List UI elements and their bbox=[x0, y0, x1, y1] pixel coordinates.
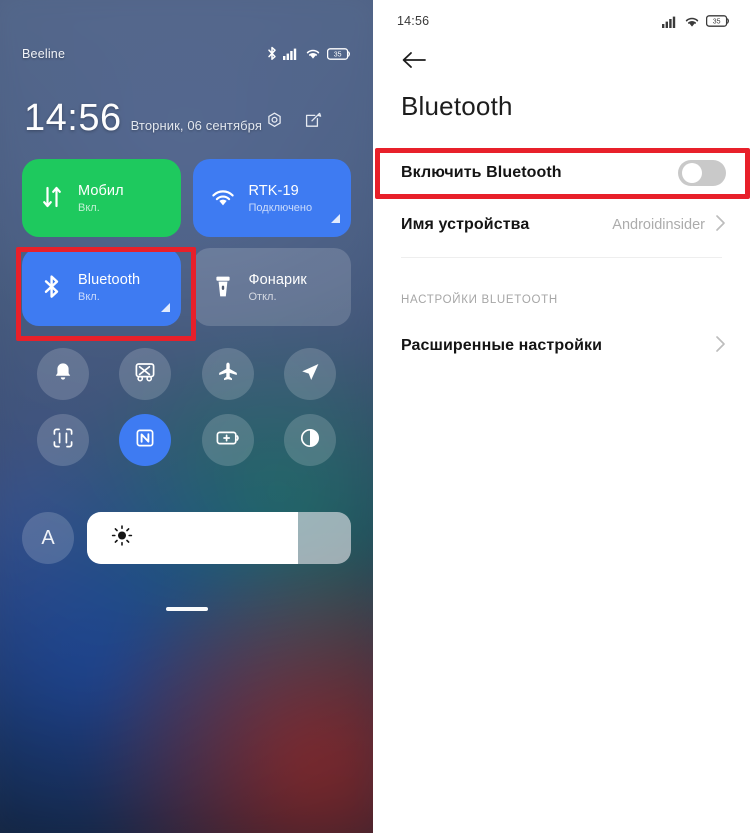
right-status-bar: 14:56 35 bbox=[373, 0, 750, 28]
airplane-mode-icon bbox=[217, 361, 239, 388]
tile-subtitle: Подключено bbox=[248, 201, 313, 214]
left-status-bar: Beeline 35 bbox=[0, 46, 373, 61]
tile-flashlight-text: Фонарик Откл. bbox=[249, 272, 307, 303]
back-button[interactable] bbox=[373, 28, 750, 75]
row-label: Включить Bluetooth bbox=[401, 164, 562, 181]
settings-list: Включить Bluetooth Имя устройства Androi… bbox=[373, 147, 750, 372]
quick-settings-panel: Beeline 35 14:56 Вторник, 06 сентября Мо… bbox=[0, 0, 373, 833]
section-header-bluetooth-settings: НАСТРОЙКИ BLUETOOTH bbox=[401, 294, 558, 306]
toggle-ringer[interactable] bbox=[37, 348, 90, 400]
tile-flashlight[interactable]: Фонарик Откл. bbox=[192, 248, 351, 326]
switch-knob bbox=[682, 163, 702, 183]
dark-mode-icon bbox=[299, 427, 321, 454]
row-control: Androidinsider bbox=[612, 214, 726, 237]
brightness-sun-icon bbox=[111, 525, 133, 552]
chevron-right-icon bbox=[715, 335, 726, 358]
carrier-label: Beeline bbox=[22, 46, 66, 61]
tile-title: Bluetooth bbox=[78, 271, 141, 288]
tile-bluetooth[interactable]: Bluetooth Вкл. bbox=[22, 248, 181, 326]
mobile-data-icon bbox=[37, 186, 67, 210]
bell-ringer-icon bbox=[53, 361, 73, 388]
tile-expand-corner-icon[interactable] bbox=[329, 211, 341, 229]
back-arrow-icon bbox=[401, 52, 427, 74]
status-time: 14:56 bbox=[397, 14, 430, 28]
row-enable-bluetooth[interactable]: Включить Bluetooth bbox=[373, 147, 750, 199]
toggle-dark-mode[interactable] bbox=[283, 414, 336, 466]
row-label: Расширенные настройки bbox=[401, 337, 603, 354]
wifi-icon bbox=[685, 17, 699, 27]
svg-text:35: 35 bbox=[713, 18, 721, 25]
row-control bbox=[715, 335, 726, 358]
tile-subtitle: Вкл. bbox=[78, 290, 100, 303]
settings-gear-icon[interactable] bbox=[266, 112, 283, 134]
tile-title: Фонарик bbox=[248, 271, 307, 288]
toggle-battery-saver[interactable] bbox=[201, 414, 254, 466]
svg-text:35: 35 bbox=[334, 51, 342, 58]
auto-brightness-button[interactable]: A bbox=[22, 512, 74, 564]
tile-title: Мобил bbox=[78, 182, 124, 199]
edit-tiles-icon[interactable] bbox=[305, 112, 322, 134]
auto-brightness-label: A bbox=[41, 526, 55, 549]
bluetooth-icon bbox=[37, 274, 67, 300]
toggle-scan-code[interactable] bbox=[37, 414, 90, 466]
screen-cast-icon bbox=[134, 361, 156, 388]
tile-mobile-data[interactable]: Мобил Вкл. bbox=[22, 159, 181, 237]
toggle-nfc[interactable] bbox=[119, 414, 172, 466]
scan-frame-icon bbox=[52, 427, 74, 454]
tile-wifi[interactable]: RTK-19 Подключено bbox=[192, 159, 351, 237]
status-icons-group: 35 bbox=[267, 46, 351, 61]
home-indicator[interactable] bbox=[165, 607, 208, 611]
clock-date: Вторник, 06 сентября bbox=[130, 118, 262, 133]
tile-subtitle: Вкл. bbox=[78, 201, 100, 214]
device-name-value: Androidinsider bbox=[612, 217, 705, 233]
status-icons-group: 35 bbox=[662, 15, 730, 28]
tile-bluetooth-text: Bluetooth Вкл. bbox=[78, 272, 140, 303]
battery-icon: 35 bbox=[327, 47, 350, 60]
brightness-row: A bbox=[22, 512, 351, 564]
page-title: Bluetooth bbox=[401, 91, 513, 121]
tile-mobile-data-text: Мобил Вкл. bbox=[78, 183, 124, 214]
nfc-icon bbox=[134, 427, 156, 454]
clock-time: 14:56 bbox=[24, 97, 122, 139]
bluetooth-enable-switch[interactable] bbox=[678, 160, 726, 186]
screenshot-root: Beeline 35 14:56 Вторник, 06 сентября Мо… bbox=[0, 0, 750, 833]
wifi-icon bbox=[306, 49, 320, 59]
battery-icon: 35 bbox=[706, 15, 729, 27]
brightness-slider[interactable] bbox=[87, 512, 351, 564]
battery-saver-icon bbox=[216, 429, 240, 452]
cellular-signal-icon bbox=[662, 16, 676, 28]
tile-expand-corner-icon[interactable] bbox=[159, 300, 171, 318]
cellular-signal-icon bbox=[283, 48, 297, 60]
bluetooth-icon bbox=[268, 46, 276, 60]
toggle-airplane-mode[interactable] bbox=[201, 348, 254, 400]
row-label: Имя устройства bbox=[401, 216, 530, 233]
clock-row: 14:56 Вторник, 06 сентября bbox=[24, 99, 355, 137]
row-device-name[interactable]: Имя устройства Androidinsider bbox=[373, 199, 750, 251]
bluetooth-settings-panel: 14:56 35 Bluetooth Включить Bluetooth Им… bbox=[373, 0, 750, 833]
circle-toggles-grid bbox=[22, 348, 351, 466]
flashlight-icon bbox=[208, 274, 238, 300]
tile-title: RTK-19 bbox=[248, 182, 299, 199]
wifi-icon bbox=[208, 188, 238, 208]
quick-tiles-grid: Мобил Вкл. RTK-19 Подключено Bluetooth В… bbox=[22, 159, 351, 326]
toggle-screen-cast[interactable] bbox=[119, 348, 172, 400]
tile-wifi-text: RTK-19 Подключено bbox=[249, 183, 313, 214]
tile-subtitle: Откл. bbox=[248, 290, 277, 303]
row-advanced-settings[interactable]: Расширенные настройки bbox=[373, 320, 750, 372]
toggle-location[interactable] bbox=[283, 348, 336, 400]
chevron-right-icon bbox=[715, 214, 726, 237]
row-control bbox=[678, 160, 726, 186]
location-arrow-icon bbox=[299, 361, 321, 388]
